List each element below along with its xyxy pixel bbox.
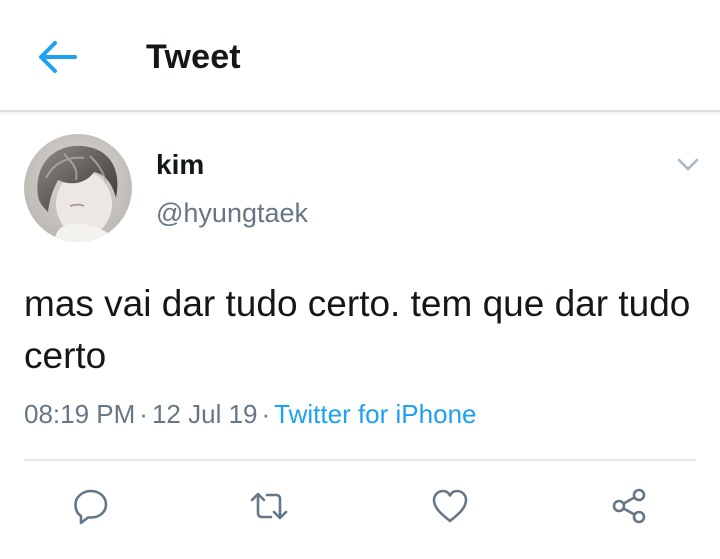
- arrow-left-icon: [39, 41, 77, 73]
- tweet-screen: Tweet kim @hyungtaek mas vai dar tudo ce…: [0, 0, 720, 559]
- meta-separator: ·: [261, 399, 271, 429]
- heart-icon: [432, 489, 468, 523]
- like-button[interactable]: [430, 486, 470, 526]
- tweet-meta: 08:19 PM · 12 Jul 19 · Twitter for iPhone: [24, 399, 476, 430]
- tweet-text: mas vai dar tudo certo. tem que dar tudo…: [24, 283, 691, 376]
- page-title: Tweet: [146, 38, 241, 76]
- back-button[interactable]: [36, 40, 78, 74]
- retweet-button[interactable]: [249, 486, 289, 526]
- author-handle[interactable]: @hyungtaek: [156, 198, 308, 229]
- share-button[interactable]: [609, 486, 649, 526]
- top-bar: Tweet: [0, 0, 720, 112]
- tweet-date: 12 Jul 19: [151, 399, 258, 429]
- divider: [24, 459, 696, 461]
- tweet-time: 08:19 PM: [24, 399, 136, 429]
- share-icon: [612, 488, 646, 524]
- retweet-icon: [250, 492, 288, 520]
- tweet-source-link[interactable]: Twitter for iPhone: [274, 399, 476, 429]
- avatar-photo: [24, 134, 132, 242]
- meta-separator: ·: [139, 399, 148, 429]
- reply-icon: [74, 489, 108, 525]
- author-name[interactable]: kim: [156, 149, 204, 181]
- chevron-down-icon: [677, 158, 699, 171]
- avatar[interactable]: [24, 134, 132, 242]
- tweet-options-button[interactable]: [674, 152, 702, 176]
- reply-button[interactable]: [71, 486, 111, 526]
